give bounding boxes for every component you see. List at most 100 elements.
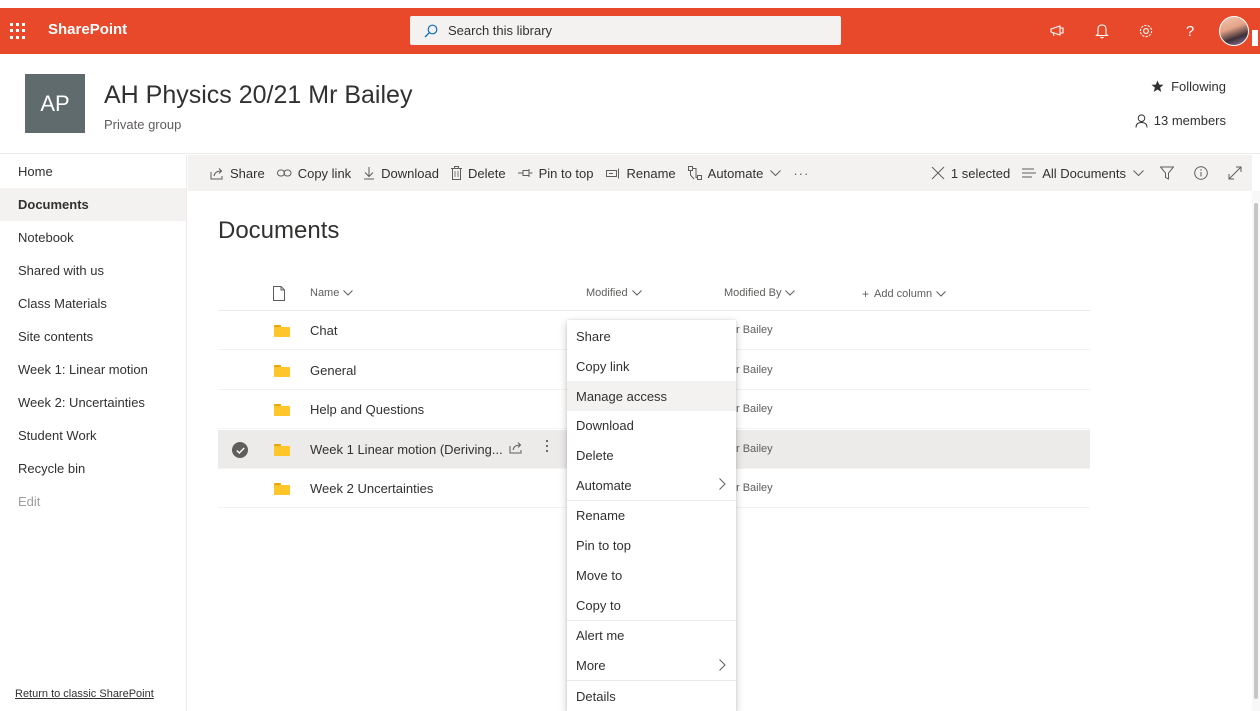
chevron-right-icon [719, 658, 726, 671]
row-share-icon[interactable] [509, 441, 523, 457]
share-button[interactable]: Share [204, 155, 271, 191]
menu-item-download[interactable]: Download [567, 411, 736, 441]
gear-icon[interactable] [1136, 21, 1156, 41]
file-type-header[interactable] [273, 286, 285, 301]
menu-item-more-label: More [576, 657, 606, 673]
left-navigation: Home Documents Notebook Shared with us C… [0, 155, 187, 711]
pin-to-top-button[interactable]: Pin to top [512, 155, 600, 191]
suite-bar: SharePoint ? [0, 8, 1260, 54]
site-logo[interactable]: AP [25, 74, 85, 133]
column-header-modified[interactable]: Modified [586, 287, 642, 299]
site-title[interactable]: AH Physics 20/21 Mr Bailey [104, 81, 412, 110]
nav-item-student-work[interactable]: Student Work [0, 419, 186, 452]
menu-item-alert-me[interactable]: Alert me [567, 621, 736, 651]
megaphone-icon[interactable] [1048, 21, 1068, 41]
nav-item-notebook[interactable]: Notebook [0, 221, 186, 254]
folder-icon [274, 365, 290, 377]
folder-icon [274, 444, 290, 456]
chevron-right-icon [719, 478, 726, 491]
row-name-link[interactable]: Chat [310, 323, 337, 338]
command-bar-right: 1 selected All Documents [925, 155, 1252, 191]
share-icon [210, 167, 224, 180]
row-name-link[interactable]: Week 1 Linear motion (Deriving... [310, 442, 503, 457]
menu-item-manage-access[interactable]: Manage access [567, 381, 736, 412]
nav-item-site-contents[interactable]: Site contents [0, 320, 186, 353]
menu-item-move-to[interactable]: Move to [567, 561, 736, 591]
menu-item-details[interactable]: Details [567, 681, 736, 711]
nav-item-documents[interactable]: Documents [0, 188, 186, 221]
nav-item-recycle-bin[interactable]: Recycle bin [0, 452, 186, 485]
menu-item-pin-to-top[interactable]: Pin to top [567, 531, 736, 561]
nav-edit-link[interactable]: Edit [0, 485, 186, 518]
menu-item-copy-to[interactable]: Copy to [567, 590, 736, 620]
share-label: Share [230, 165, 265, 181]
row-modified-by: r Bailey [736, 403, 773, 415]
expand-button[interactable] [1218, 155, 1252, 191]
list-view-icon [1022, 168, 1037, 178]
context-menu: Share Copy link Manage access Download D… [567, 320, 736, 711]
nav-item-week-1[interactable]: Week 1: Linear motion [0, 353, 186, 386]
info-button[interactable] [1184, 155, 1218, 191]
add-column-label: Add column [874, 288, 933, 300]
menu-item-more[interactable]: More [567, 651, 736, 681]
following-label: Following [1171, 79, 1226, 94]
row-checkbox[interactable] [232, 442, 248, 458]
row-modified-by: r Bailey [736, 324, 773, 336]
members-button[interactable]: 13 members [1135, 113, 1226, 128]
row-modified-by: r Bailey [736, 443, 773, 455]
menu-item-automate[interactable]: Automate [567, 470, 736, 500]
download-button[interactable]: Download [357, 155, 445, 191]
return-to-classic-link[interactable]: Return to classic SharePoint [15, 688, 154, 700]
help-icon[interactable]: ? [1180, 21, 1200, 41]
delete-button[interactable]: Delete [445, 155, 512, 191]
bell-icon[interactable] [1092, 21, 1112, 41]
row-name-link[interactable]: Week 2 Uncertainties [310, 481, 433, 496]
copy-link-label: Copy link [297, 165, 352, 181]
pin-to-top-label: Pin to top [538, 165, 594, 181]
row-name-link[interactable]: General [310, 363, 356, 378]
trash-icon [451, 166, 462, 180]
pin-icon [517, 168, 533, 178]
menu-item-rename[interactable]: Rename [567, 501, 736, 531]
row-more-actions-icon[interactable] [545, 439, 549, 458]
app-name[interactable]: SharePoint [48, 21, 127, 38]
menu-item-copy-link[interactable]: Copy link [567, 352, 736, 382]
row-name-link[interactable]: Help and Questions [310, 402, 424, 417]
copy-link-button[interactable]: Copy link [271, 155, 357, 191]
plus-icon: + [862, 287, 870, 301]
search-input[interactable] [448, 23, 828, 38]
chevron-down-icon [343, 290, 354, 296]
delete-label: Delete [468, 165, 506, 181]
nav-item-home[interactable]: Home [0, 155, 186, 188]
vertical-scrollbar[interactable] [1252, 191, 1260, 711]
link-icon [276, 168, 292, 178]
filter-button[interactable] [1150, 155, 1184, 191]
checkmark-icon [235, 447, 245, 454]
page-title: Documents [218, 217, 340, 244]
nav-item-shared-with-us[interactable]: Shared with us [0, 254, 186, 287]
column-header-modified-by[interactable]: Modified By [724, 287, 796, 299]
nav-item-week-2[interactable]: Week 2: Uncertainties [0, 386, 186, 419]
folder-icon [274, 404, 290, 416]
search-box[interactable] [410, 16, 841, 45]
download-label: Download [381, 165, 439, 181]
rename-button[interactable]: Rename [600, 155, 682, 191]
overflow-button[interactable]: ··· [787, 155, 815, 191]
waffle-icon[interactable] [10, 23, 26, 39]
avatar[interactable] [1219, 16, 1249, 46]
clear-selection-button[interactable]: 1 selected [925, 155, 1016, 191]
row-modified-by: r Bailey [736, 482, 773, 494]
view-switcher[interactable]: All Documents [1016, 155, 1150, 191]
following-button[interactable]: Following [1151, 79, 1226, 94]
chevron-down-icon [785, 290, 796, 296]
folder-icon [274, 325, 290, 337]
rename-label: Rename [626, 165, 676, 181]
person-icon [1135, 113, 1148, 128]
menu-item-delete[interactable]: Delete [567, 441, 736, 471]
automate-button[interactable]: Automate [682, 155, 788, 191]
add-column-button[interactable]: + Add column [862, 287, 946, 301]
scrollbar-thumb[interactable] [1254, 203, 1258, 699]
menu-item-share[interactable]: Share [567, 322, 736, 352]
column-header-name[interactable]: Name [310, 287, 354, 299]
nav-item-class-materials[interactable]: Class Materials [0, 287, 186, 320]
